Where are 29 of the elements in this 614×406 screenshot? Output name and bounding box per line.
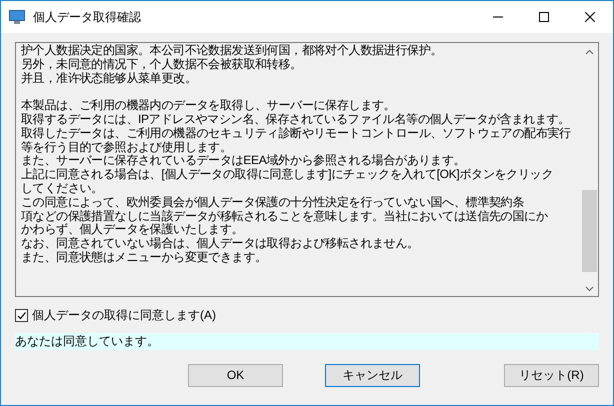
notice-line: また、サーバーに保存されているデータはEEA域外から参照される場合があります。 xyxy=(21,154,466,168)
notice-line: また、同意状態はメニューから変更できます。 xyxy=(21,250,268,265)
notice-text-area[interactable] xyxy=(15,42,599,297)
window-title: 個人データ取得確認 xyxy=(33,9,141,26)
close-icon xyxy=(585,12,595,22)
status-message: あなたは同意しています。 xyxy=(15,333,599,350)
maximize-icon xyxy=(539,12,549,22)
notice-line: 另外，未同意的情况下，个人数据不会被获取和转移。 xyxy=(21,58,303,72)
notice-line: この同意によって、欧州委員会が個人データ保護の十分性決定を行っていない国へ、標準契約条 xyxy=(21,196,526,210)
consent-label[interactable]: 個人データの取得に同意します(A) xyxy=(32,306,216,324)
notice-line: 取得したデータは、ご利用の機器のセキュリティ診断やリモートコントロール、ソフトウェアの配布実行 xyxy=(21,126,572,141)
notice-line: 护个人数据决定的国家。本公司不论数据发送到何国，都将对个人数据进行保护。 xyxy=(21,44,444,58)
scroll-thumb[interactable] xyxy=(582,190,597,272)
notice-line: 項などの保護措置なしに当該データが移転されることを意味します。当社においては送信先の国にか xyxy=(21,210,549,223)
notice-line: 本製品は、ご利用の機器内のデータを取得し、サーバーに保存します。 xyxy=(21,99,396,113)
notice-line: なお、同意されていない場合は、個人データは取得および移転されません。 xyxy=(21,237,420,250)
dialog-button[interactable]: キャンセル xyxy=(325,364,420,386)
dialog-button[interactable]: OK xyxy=(188,364,283,386)
notice-line: 等を行う目的で参照および使用します。 xyxy=(21,140,233,154)
notice-line: 并且，准许状态能够从菜单更改。 xyxy=(21,72,198,86)
notice-line: 上記に同意される場合は、[個人データの取得に同意します]にチェックを入れて[OK]ボタンをクリック xyxy=(21,168,554,182)
notice-line: してください。 xyxy=(21,182,104,196)
consent-checkbox[interactable] xyxy=(15,308,28,322)
dialog-button[interactable]: リセット(R) xyxy=(504,364,599,386)
scroll-up-icon[interactable] xyxy=(585,49,594,55)
scroll-down-icon[interactable] xyxy=(585,286,594,292)
notice-line: 取得するデータには、IPアドレスやマシン名、保存されているファイル名等の個人データが含まれます。 xyxy=(21,112,571,126)
notice-line: かわらず、個人データを保護いたします。 xyxy=(21,223,244,237)
monitor-icon xyxy=(9,10,25,24)
